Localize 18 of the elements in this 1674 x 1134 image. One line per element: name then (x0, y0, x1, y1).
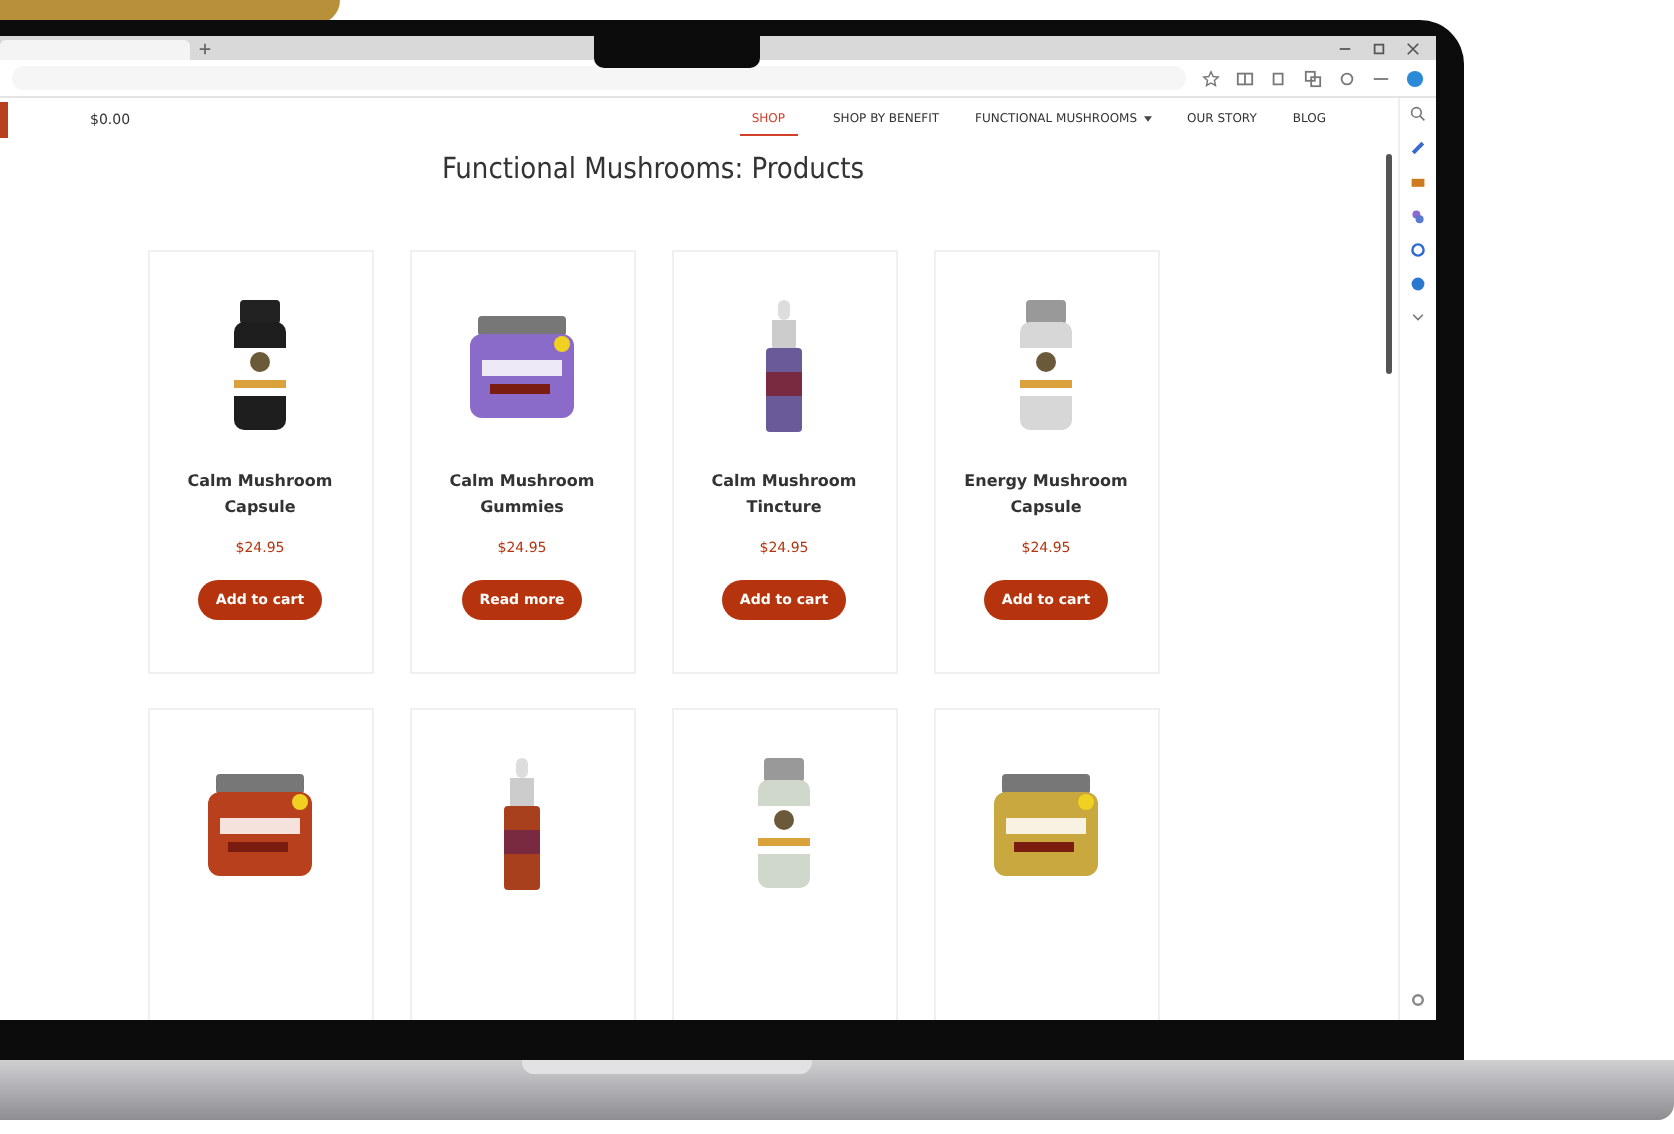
product-name[interactable]: Calm Mushroom Tincture (694, 468, 874, 520)
address-field[interactable] (12, 66, 1186, 90)
product-name[interactable]: Calm Mushroom Gummies (432, 468, 612, 520)
star-icon[interactable] (1202, 69, 1220, 87)
split-screen-icon[interactable] (1236, 69, 1254, 87)
caret-icon (1143, 116, 1152, 122)
collections-icon[interactable] (1304, 69, 1322, 87)
scrollbar-thumb[interactable] (1386, 154, 1392, 374)
product-name[interactable]: Energy Mushroom Capsule (956, 468, 1136, 520)
search-icon[interactable] (1410, 106, 1426, 122)
circle-icon[interactable] (1410, 242, 1426, 258)
plus-icon[interactable] (198, 42, 212, 56)
product-name[interactable]: Calm Mushroom Capsule (170, 468, 350, 520)
logo-mark (0, 102, 8, 138)
close-icon[interactable] (1406, 41, 1420, 55)
chevron-down-icon[interactable] (1410, 310, 1426, 326)
page-title: Functional Mushrooms: Products (441, 154, 865, 186)
maximize-icon[interactable] (1372, 41, 1386, 55)
